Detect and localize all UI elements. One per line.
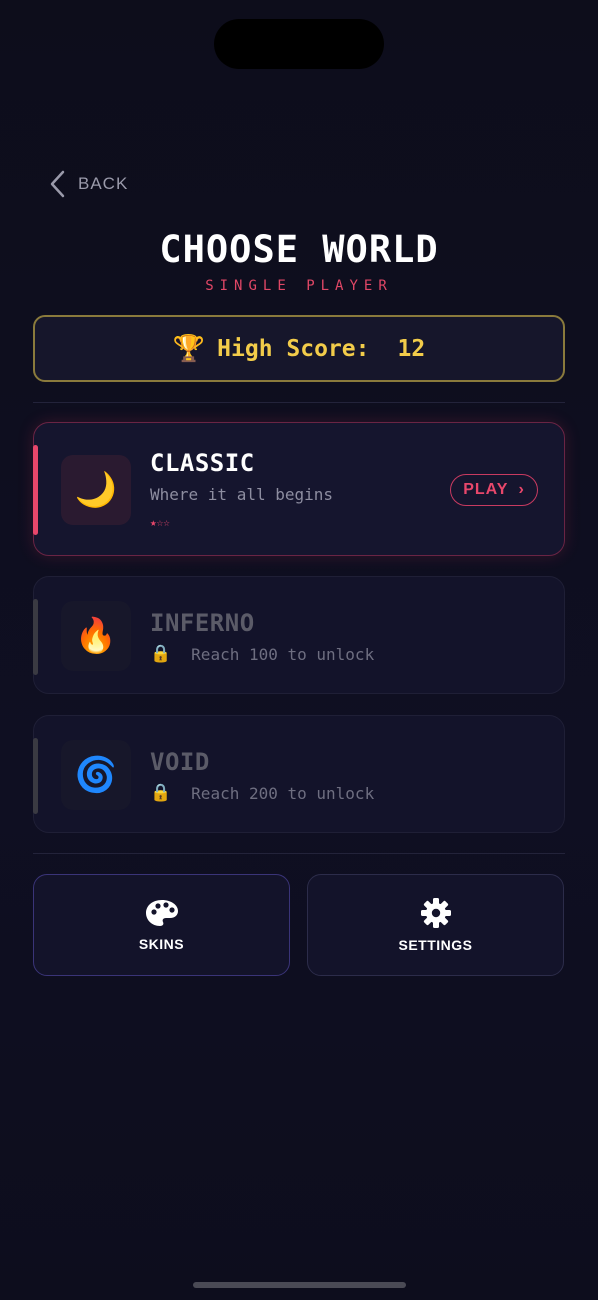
device-notch: [214, 19, 384, 69]
chevron-right-icon: ›: [518, 481, 525, 498]
difficulty-stars: ★☆☆: [150, 516, 170, 529]
settings-label: SETTINGS: [398, 937, 473, 953]
trophy-icon: 🏆: [172, 333, 206, 364]
unlock-requirement-text: Reach 100 to unlock: [191, 645, 375, 664]
back-button[interactable]: BACK: [48, 170, 128, 198]
settings-button[interactable]: SETTINGS: [307, 874, 564, 976]
back-label: BACK: [78, 174, 129, 193]
skins-label: SKINS: [138, 936, 185, 952]
fire-icon: 🔥: [61, 601, 131, 671]
cyclone-icon: 🌀: [61, 740, 131, 810]
lock-requirement: 🔒 Reach 200 to unlock: [150, 784, 374, 803]
crescent-moon-icon: 🌙: [61, 455, 131, 525]
skins-button[interactable]: SKINS: [33, 874, 290, 976]
lock-requirement: 🔒 Reach 100 to unlock: [150, 645, 374, 664]
lock-icon: 🔒: [150, 644, 172, 664]
selected-accent-bar: [33, 445, 38, 535]
play-button[interactable]: PLAY ›: [450, 474, 538, 506]
locked-accent-bar: [33, 738, 38, 814]
gear-icon: [420, 898, 451, 928]
high-score-label: High Score:: [217, 335, 370, 362]
world-name: INFERNO: [150, 609, 255, 637]
home-indicator[interactable]: [193, 1282, 406, 1288]
page-subtitle: SINGLE PLAYER: [205, 278, 393, 294]
world-card-inferno[interactable]: 🔥 INFERNO 🔒 Reach 100 to unlock: [33, 576, 565, 694]
chevron-left-icon: [50, 170, 65, 198]
world-name: VOID: [150, 748, 210, 776]
unlock-requirement-text: Reach 200 to unlock: [191, 784, 375, 803]
page-title: CHOOSE WORLD: [159, 228, 439, 271]
palette-icon: [145, 900, 178, 926]
world-card-classic[interactable]: 🌙 CLASSIC Where it all begins ★☆☆ PLAY ›: [33, 422, 565, 556]
play-label: PLAY: [463, 481, 509, 498]
high-score-value: 12: [397, 335, 426, 362]
divider: [33, 402, 565, 403]
locked-accent-bar: [33, 599, 38, 675]
divider: [33, 853, 565, 854]
world-description: Where it all begins: [150, 485, 334, 504]
lock-icon: 🔒: [150, 783, 172, 803]
world-card-void[interactable]: 🌀 VOID 🔒 Reach 200 to unlock: [33, 715, 565, 833]
high-score-banner: 🏆 High Score: 12: [33, 315, 565, 382]
world-name: CLASSIC: [150, 449, 255, 477]
